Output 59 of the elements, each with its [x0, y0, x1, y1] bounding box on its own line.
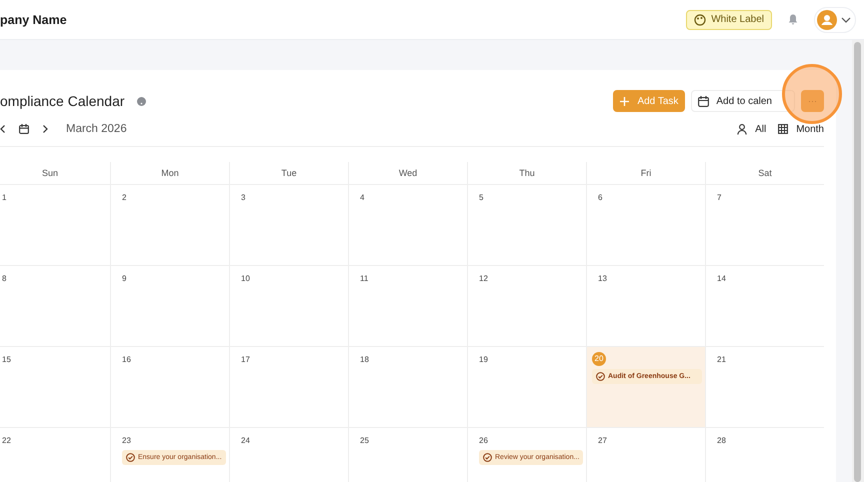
- date-number: 8: [2, 273, 6, 285]
- bell-icon: [788, 14, 798, 25]
- check-circle-icon: [483, 453, 492, 462]
- date-number: 21: [717, 354, 726, 366]
- check-circle-icon: [126, 453, 135, 462]
- theme-label-button[interactable]: White Label: [686, 10, 772, 30]
- date-number: 16: [122, 354, 131, 366]
- date-number: 19: [479, 354, 488, 366]
- date-number: 1: [2, 192, 6, 204]
- calendar-plus-icon: [698, 96, 710, 106]
- weekday-label: Fri: [640, 168, 652, 178]
- date-number: 4: [360, 192, 364, 204]
- chevron-right-icon: [43, 125, 48, 133]
- scrollbar[interactable]: [852, 40, 864, 482]
- date-number: 14: [717, 273, 726, 285]
- today-date-badge: 20: [592, 352, 606, 366]
- month-label: March 2026: [66, 123, 127, 135]
- date-number: 17: [241, 354, 250, 366]
- user-menu[interactable]: [814, 6, 856, 32]
- check-circle-icon: [596, 372, 605, 381]
- person-icon: [737, 124, 748, 134]
- date-number: 15: [2, 354, 11, 366]
- grid-icon: [778, 124, 788, 134]
- date-number: 24: [241, 435, 250, 447]
- chevron-down-icon: [841, 16, 851, 22]
- date-number: 11: [360, 273, 368, 285]
- chevron-left-icon: [0, 125, 5, 133]
- help-icon: [136, 96, 146, 106]
- date-number: 25: [360, 435, 369, 447]
- calendar-icon: [19, 124, 29, 134]
- avatar-icon: [817, 10, 837, 30]
- date-number: 9: [122, 273, 126, 285]
- view-selector[interactable]: Month: [778, 124, 824, 134]
- date-number: 10: [241, 273, 250, 285]
- weekday-label: Sat: [758, 168, 772, 178]
- weekday-label: Tue: [281, 168, 297, 178]
- date-number: 23: [122, 435, 131, 447]
- date-number: 22: [2, 435, 11, 447]
- weekday-label: Wed: [398, 168, 418, 178]
- date-number: 18: [360, 354, 369, 366]
- date-number: 27: [598, 435, 607, 447]
- date-number: 6: [598, 192, 602, 204]
- date-number: 12: [479, 273, 488, 285]
- scrollbar-thumb[interactable]: [854, 42, 861, 482]
- weekday-label: Thu: [519, 168, 535, 178]
- date-number: 2: [122, 192, 126, 204]
- date-number: 26: [479, 435, 488, 447]
- add-to-calendar-button[interactable]: Add to calen: [691, 90, 795, 112]
- date-number: 28: [717, 435, 726, 447]
- weekday-label: Sun: [42, 168, 58, 178]
- page-title: ompliance Calendar: [0, 93, 125, 109]
- date-number: 7: [717, 192, 722, 204]
- plus-icon: [620, 96, 630, 106]
- assignee-filter[interactable]: All: [737, 124, 766, 134]
- company-name: pany Name: [0, 12, 67, 26]
- date-number: 3: [241, 192, 246, 204]
- date-number: 5: [479, 192, 484, 204]
- weekday-label: Mon: [161, 168, 179, 178]
- date-number: 13: [598, 273, 607, 285]
